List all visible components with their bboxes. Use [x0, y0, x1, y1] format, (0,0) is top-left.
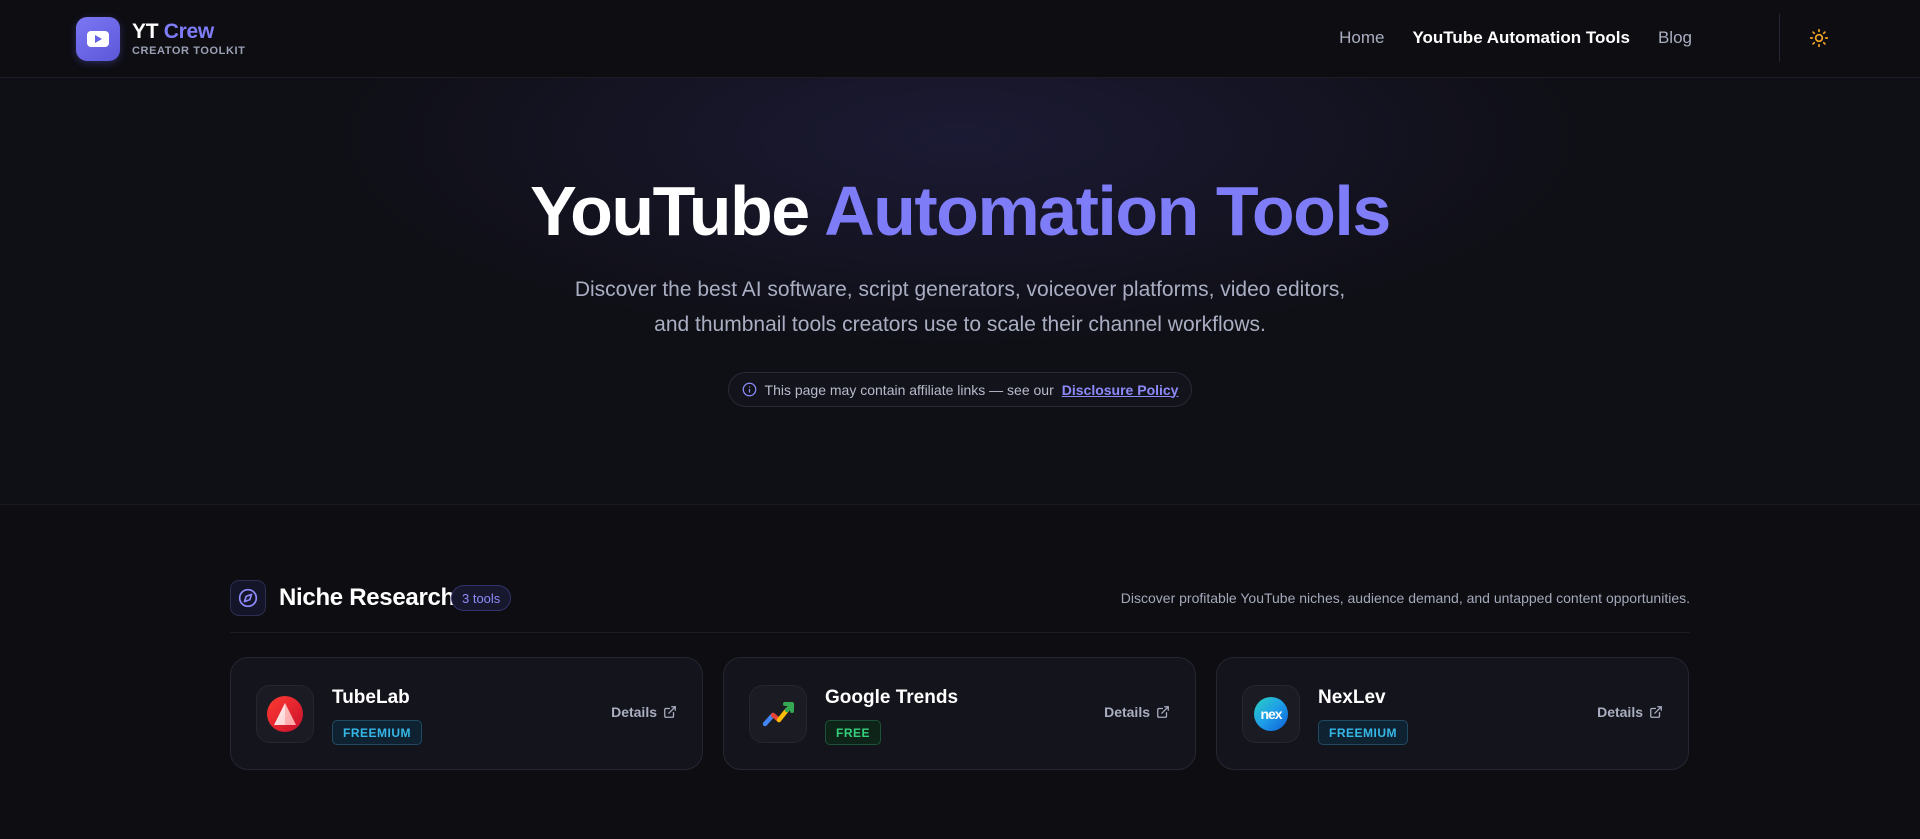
affiliate-notice: This page may contain affiliate links — … — [728, 372, 1192, 407]
nexlev-logo-text: nex — [1260, 706, 1282, 722]
tool-name: NexLev — [1318, 687, 1386, 708]
main-nav: Home YouTube Automation Tools Blog — [1339, 0, 1692, 76]
brand-name: YT Crew — [132, 20, 214, 43]
details-link[interactable]: Details — [611, 704, 677, 720]
hero-description: Discover the best AI software, script ge… — [574, 278, 1346, 336]
brand-logo[interactable]: YT Crew CREATOR TOOLKIT — [76, 17, 246, 61]
pricing-badge: FREEMIUM — [1318, 720, 1408, 745]
youtube-play-icon — [76, 17, 120, 61]
nexlev-logo: nex — [1242, 685, 1300, 743]
external-link-icon — [1157, 706, 1169, 718]
tool-cards: TubeLab FREEMIUM Details Google Trends F… — [230, 657, 1690, 770]
page-title: YouTube Automation Tools — [530, 172, 1391, 250]
disclosure-policy-link[interactable]: Disclosure Policy — [1062, 382, 1179, 398]
tool-name: Google Trends — [825, 687, 959, 708]
tubelab-logo — [256, 685, 314, 743]
tool-name: TubeLab — [332, 687, 410, 708]
tool-card-tubelab[interactable]: TubeLab FREEMIUM Details — [230, 657, 703, 770]
nav-divider — [1779, 14, 1780, 62]
nav-youtube-automation-tools[interactable]: YouTube Automation Tools — [1412, 28, 1630, 48]
tool-count-badge: 3 tools — [451, 585, 512, 611]
external-link-icon — [664, 706, 676, 718]
nav-blog[interactable]: Blog — [1658, 28, 1692, 48]
site-header: YT Crew CREATOR TOOLKIT Home YouTube Aut… — [0, 0, 1920, 78]
pricing-badge: FREEMIUM — [332, 720, 422, 745]
section-title: Niche Research — [279, 584, 455, 611]
nav-home[interactable]: Home — [1339, 28, 1384, 48]
section-description: Discover profitable YouTube niches, audi… — [1120, 590, 1690, 606]
tool-card-google-trends[interactable]: Google Trends FREE Details — [723, 657, 1196, 770]
details-link[interactable]: Details — [1104, 704, 1170, 720]
hero-section: YouTube Automation Tools Discover the be… — [0, 78, 1920, 505]
brand-subtitle: CREATOR TOOLKIT — [132, 45, 246, 57]
details-link[interactable]: Details — [1597, 704, 1663, 720]
notice-text: This page may contain affiliate links — … — [764, 381, 1054, 398]
tool-card-nexlev[interactable]: nex NexLev FREEMIUM Details — [1216, 657, 1689, 770]
info-icon — [742, 382, 756, 397]
niche-research-header: Niche Research 3 tools Discover profitab… — [230, 580, 1690, 633]
google-trends-logo — [749, 685, 807, 743]
pricing-badge: FREE — [825, 720, 882, 745]
compass-icon — [230, 580, 266, 616]
sun-icon — [1809, 28, 1829, 48]
external-link-icon — [1650, 706, 1662, 718]
theme-toggle-button[interactable] — [1806, 25, 1832, 51]
